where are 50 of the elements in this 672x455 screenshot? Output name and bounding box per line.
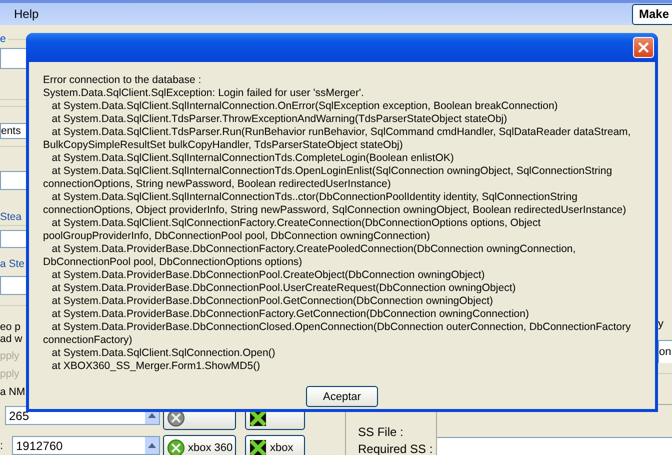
description-text: eo p [0,321,22,333]
group-caption: e [0,33,6,46]
text-field[interactable] [0,171,26,190]
error-message-line: at System.Data.ProviderBase.DbConnectionFactory.GetConnection(DbConnection owningConnection) [50,308,530,321]
error-message-line: at System.Data.SqlClient.SqlInternalConnection.OnError(SqlException exception, Boolean breakConnection) [50,100,559,113]
text-field[interactable] [0,48,26,69]
error-message-line: at System.Data.SqlClient.TdsParser.ThrowExceptionAndWarning(TdsParserStateObject stateObj) [50,113,508,126]
close-icon [638,42,649,53]
error-message-line: at System.Data.SqlClient.SqlInternalConnectionTds.OpenLoginEnlist(SqlConnection owningObject, SqlConnectionString [50,165,614,178]
error-message-line: at System.Data.SqlClient.SqlInternalConnectionTds..ctor(DbConnectionPoolIdentity identity, SqlConnectionString [50,191,578,204]
x-mark-icon [249,438,267,455]
error-message-line: at System.Data.ProviderBase.DbConnectionPool.CreateObject(DbConnection owningObject) [50,269,486,282]
field-label: a NM [0,386,26,398]
error-message-line: DbConnectionPool pool, DbConnectionOptions options) [43,256,304,269]
error-message-line: System.Data.SqlClient.SqlException: Login failed for user 'ssMerger'. [43,87,365,100]
error-message-line: connectionOptions, String newPassword, Boolean redirectedUserInstance) [43,178,392,191]
up-arrow-icon[interactable] [148,413,156,418]
error-message-line: at XBOX360_SS_Merger.Form1.ShowMD5() [50,360,262,373]
menu-item[interactable]: Help [0,7,53,21]
error-message-line: at System.Data.ProviderBase.DbConnectionFactory.CreatePooledConnection(DbConnection owningConnection, [50,243,577,256]
error-message-line: at System.Data.SqlClient.SqlConnectionFactory.CreateConnection(DbConnectionOptions options, Object [50,217,542,230]
error-message-line: at System.Data.ProviderBase.DbConnectionPool.GetConnection(DbConnection owningObject) [50,295,494,308]
error-message-line: BulkCopySimpleResultSet bulkCopyHandler, TdsParserStateObject stateObj) [43,139,404,152]
orb-icon [167,438,185,455]
text-field[interactable] [0,276,26,296]
error-message-line: at System.Data.SqlClient.TdsParser.Run(RunBehavior runBehavior, SqlCommand cmdHandler, SqlDataReader dataStream, [50,126,632,139]
error-message-line: connectionOptions, Object providerInfo, String newPassword, SqlConnection owningObject, Boolean redirectedUserInstance) [43,204,628,217]
error-message-line: Error connection to the database : [43,74,202,87]
error-message-line: connectionFactory) [43,334,134,347]
text-field[interactable]: ents [0,122,26,140]
close-button[interactable] [633,37,654,58]
make-button[interactable]: Make [632,4,672,24]
description-text: ad w [0,332,24,344]
accept-button[interactable]: Aceptar [306,386,378,407]
error-message-line: at System.Data.SqlClient.SqlInternalConnectionTds.CompleteLogin(Boolean enlistOK) [50,152,455,165]
field-label: : [0,440,4,452]
xbox-button[interactable]: xbox 360 [163,435,236,455]
error-message-line: at System.Data.SqlClient.SqlConnection.Open() [50,347,276,360]
text-field[interactable] [0,230,26,248]
xbox-button[interactable]: xbox [245,435,305,455]
error-message-line: poolGroupProviderInfo, DbConnectionPool pool, DbConnection owningConnection) [43,230,431,243]
error-message-line: at System.Data.ProviderBase.DbConnectionClosed.OpenConnection(DbConnection outerConnection, DbConnectionFactory [50,321,632,334]
spin-field[interactable]: 1912760 [12,436,160,455]
error-message-line: at System.Data.ProviderBase.DbConnectionPool.UserCreateRequest(DbConnection owningObject) [50,282,517,295]
field-label: Stea [0,210,23,224]
field-label: y [658,318,664,330]
up-arrow-icon[interactable] [148,443,156,448]
info-label: SS File : [358,425,404,439]
field-label: a Ste [0,257,26,271]
text-field[interactable]: on [658,340,672,363]
